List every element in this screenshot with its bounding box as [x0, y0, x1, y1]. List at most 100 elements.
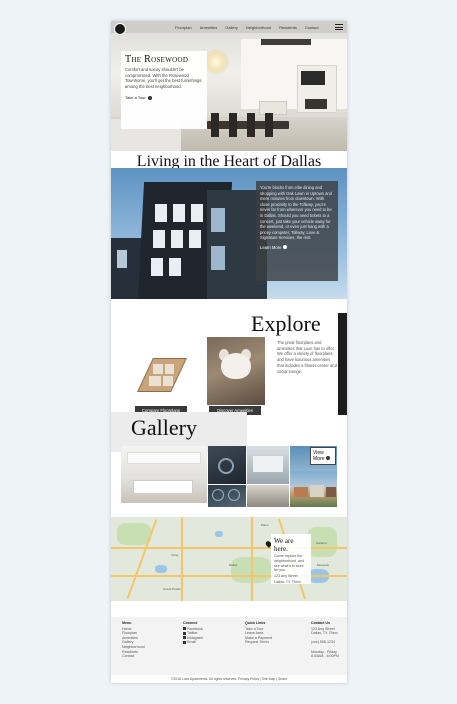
facebook-icon: [183, 627, 186, 631]
page: Floorplan Amenities Gallery Neighborhood…: [111, 21, 347, 683]
arrow-circle-icon: [325, 456, 330, 460]
gallery-gym[interactable]: [247, 485, 289, 507]
gallery-bike[interactable]: [208, 446, 246, 484]
nav-link-floorplan[interactable]: Floorplan: [175, 25, 192, 30]
hero-tv: [301, 71, 325, 85]
map-label: Plano: [261, 523, 269, 527]
gallery-bikes[interactable]: [208, 485, 246, 507]
footer-quick-links: Quick Links Take a Tour Leave Area Make …: [245, 621, 272, 645]
view-more-button[interactable]: View More: [310, 447, 336, 465]
email-icon: [183, 640, 186, 644]
logo-icon[interactable]: [114, 23, 126, 35]
footer: Menu Home Floorplan Amenities Gallery Ne…: [111, 617, 347, 675]
footer-contact-line: Dallas, TX 75xxx: [311, 631, 338, 636]
nav-links: Floorplan Amenities Gallery Neighborhood…: [175, 21, 319, 33]
map-road: [251, 517, 253, 601]
hero-chair: [211, 113, 219, 137]
building-window: [155, 204, 167, 222]
hero-title: The Rosewood: [125, 54, 189, 65]
building-window: [169, 258, 181, 276]
gallery-title: Gallery: [131, 415, 197, 440]
hero-card: The Rosewood Comfort and luxury shouldn'…: [121, 51, 207, 129]
building-window: [171, 230, 183, 248]
building-left: [111, 238, 141, 299]
footer-quick-item[interactable]: Request Terms: [245, 640, 272, 645]
gallery-townhomes[interactable]: [290, 471, 337, 507]
building-window: [151, 258, 163, 276]
townhome: [294, 487, 308, 497]
floorplan-room: [149, 376, 161, 386]
learn-more-link[interactable]: Learn More: [260, 245, 334, 250]
hero-chair: [229, 113, 237, 137]
map-card-title: We are here.: [274, 537, 294, 553]
building-window: [211, 246, 225, 270]
gallery-lobby[interactable]: [247, 446, 289, 484]
map-label: Irving: [171, 553, 179, 557]
footer-menu-heading: Menu: [122, 621, 132, 625]
footer-contact-heading: Contact Us: [311, 621, 330, 625]
footer-contact-line: 8:00AM - 6:00PM: [311, 654, 339, 659]
map-card-text: Come explore the neighborhood, and see w…: [274, 554, 304, 573]
building-window: [117, 250, 127, 268]
footer-menu: Menu Home Floorplan Amenities Gallery Ne…: [122, 621, 145, 659]
hero-sofa: [259, 101, 287, 115]
explore-text: The great floorplans and amenities that …: [277, 340, 337, 374]
footer-connect-label: Instagram: [187, 635, 203, 640]
view-more-label: View More: [313, 450, 325, 462]
hero-fire: [305, 99, 327, 109]
footer-menu-item[interactable]: Contact: [122, 654, 145, 659]
explore-title: Explore: [251, 311, 321, 336]
footer-menu-item[interactable]: Neighborhood: [122, 645, 145, 650]
nav-link-neighborhood[interactable]: Neighborhood: [246, 25, 271, 30]
take-tour-link[interactable]: Take a Tour: [125, 95, 203, 100]
lobby-wall: [253, 456, 283, 472]
nav-link-contact[interactable]: Contact: [305, 25, 319, 30]
menu-icon[interactable]: [335, 24, 343, 30]
floorplan-room: [163, 376, 173, 386]
footer-connect-item[interactable]: Email: [183, 640, 203, 645]
gallery-kitchen[interactable]: [121, 446, 207, 503]
footer-connect-label: Twitter: [187, 631, 198, 636]
bike-wheel: [218, 458, 234, 474]
map-road: [111, 575, 347, 577]
townhome: [326, 487, 336, 497]
explore-accent-bar: [338, 313, 347, 415]
arrow-circle-icon: [283, 245, 288, 250]
map-label: Mesquite: [317, 563, 330, 567]
hero-text: Comfort and luxury shouldn't be compromi…: [125, 67, 202, 89]
floorplan-image[interactable]: [133, 348, 187, 404]
instagram-icon: [183, 636, 186, 640]
take-tour-label: Take a Tour: [125, 95, 146, 101]
info-panel: You're blocks from elite dining and shop…: [256, 181, 338, 281]
hero-chair: [247, 113, 255, 137]
kitchen-island: [133, 480, 193, 494]
arrow-circle-icon: [147, 95, 152, 100]
puppy: [221, 353, 251, 379]
floorplan-room: [165, 364, 174, 374]
building-window: [211, 208, 225, 232]
learn-more-label: Learn More: [260, 244, 282, 250]
map-lake: [215, 531, 223, 537]
top-nav: Floorplan Amenities Gallery Neighborhood…: [111, 21, 347, 33]
footer-connect-heading: Connect: [183, 621, 198, 625]
footer-connect-label: Facebook: [187, 626, 203, 631]
hero-beam: [261, 39, 311, 45]
nav-link-gallery[interactable]: Gallery: [225, 25, 238, 30]
nav-link-residents[interactable]: Residents: [279, 25, 297, 30]
map-lake: [155, 565, 167, 573]
hero-chair: [265, 113, 273, 137]
map-label: Garland: [316, 541, 327, 545]
map-road: [181, 517, 183, 601]
nav-link-amenities[interactable]: Amenities: [200, 25, 218, 30]
bike-wheel: [228, 489, 240, 501]
building-window: [153, 230, 165, 248]
building-window: [173, 204, 185, 222]
map[interactable]: Plano Garland Irving Dallas Mesquite Gra…: [111, 517, 347, 601]
building-window: [189, 230, 201, 248]
footer-connect-label: Email: [187, 640, 196, 645]
amenities-image[interactable]: [207, 337, 265, 405]
bike-wheel: [212, 489, 224, 501]
map-label: Grand Prairie: [163, 587, 181, 591]
footer-contact-line: (xxx) 555-1234: [311, 640, 335, 645]
footer-quick-heading: Quick Links: [245, 621, 266, 625]
